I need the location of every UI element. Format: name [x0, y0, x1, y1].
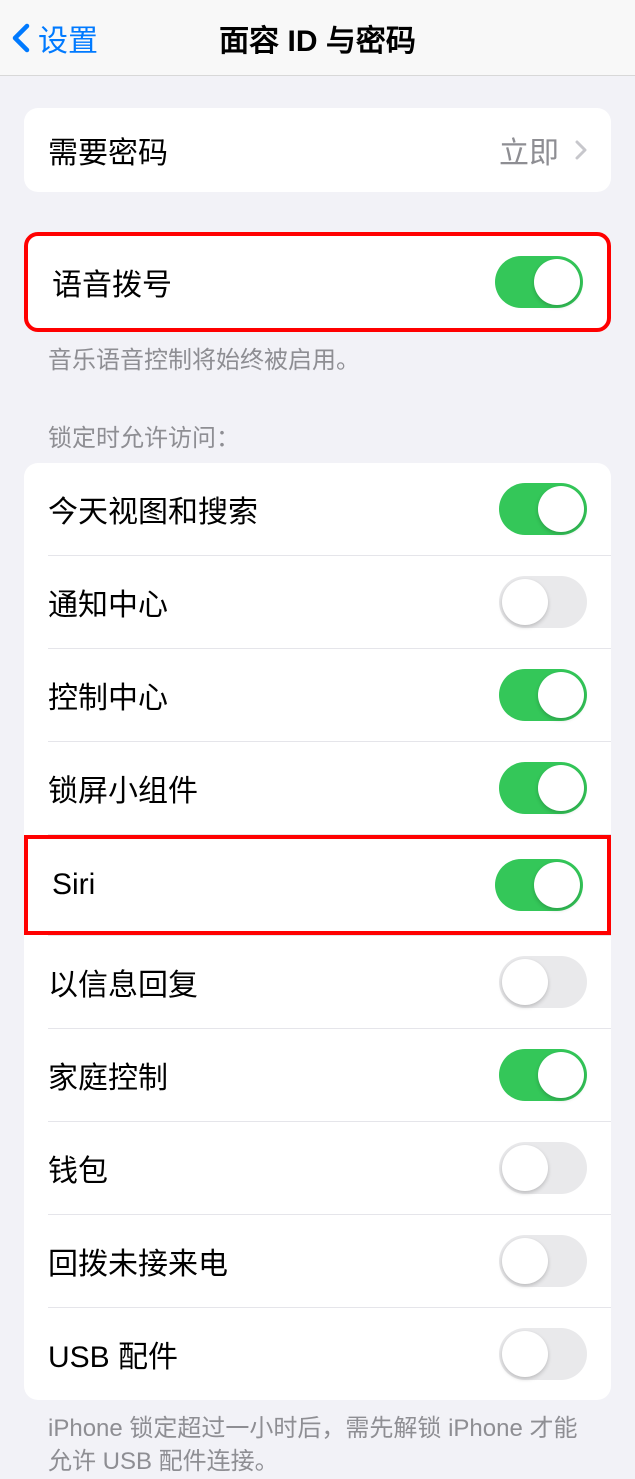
control-center-label: 控制中心: [48, 673, 168, 717]
usb-accessories-toggle[interactable]: [499, 1328, 587, 1380]
today-view-label: 今天视图和搜索: [48, 487, 258, 531]
require-passcode-value-text: 立即: [499, 128, 559, 172]
siri-row: Siri: [24, 835, 611, 935]
lock-widgets-toggle[interactable]: [499, 762, 587, 814]
control-center-row: 控制中心: [24, 649, 611, 741]
usb-footer: iPhone 锁定超过一小时后，需先解锁 iPhone 才能允许 USB 配件连…: [24, 1400, 611, 1479]
home-control-row: 家庭控制: [24, 1029, 611, 1121]
back-label: 设置: [38, 16, 98, 60]
home-control-label: 家庭控制: [48, 1053, 168, 1097]
lock-access-header: 锁定时允许访问：: [24, 378, 611, 463]
lock-access-group: 今天视图和搜索 通知中心 控制中心 锁屏小组件 Siri 以信息回复: [24, 463, 611, 1400]
usb-accessories-row: USB 配件: [24, 1308, 611, 1400]
voice-dial-group: 语音拨号: [24, 232, 611, 332]
control-center-toggle[interactable]: [499, 669, 587, 721]
reply-message-label: 以信息回复: [48, 960, 198, 1004]
notification-center-toggle[interactable]: [499, 576, 587, 628]
chevron-left-icon: [12, 23, 30, 53]
return-calls-label: 回拨未接来电: [48, 1239, 228, 1283]
wallet-row: 钱包: [24, 1122, 611, 1214]
chevron-right-icon: [575, 140, 587, 160]
notification-center-row: 通知中心: [24, 556, 611, 648]
voice-dial-toggle[interactable]: [495, 256, 583, 308]
usb-accessories-label: USB 配件: [48, 1332, 178, 1376]
require-passcode-value: 立即: [499, 128, 587, 172]
reply-message-row: 以信息回复: [24, 936, 611, 1028]
home-control-toggle[interactable]: [499, 1049, 587, 1101]
require-passcode-label: 需要密码: [48, 128, 168, 172]
nav-header: 设置 面容 ID 与密码: [0, 0, 635, 76]
return-calls-toggle[interactable]: [499, 1235, 587, 1287]
back-button[interactable]: 设置: [0, 16, 98, 60]
today-view-toggle[interactable]: [499, 483, 587, 535]
lock-widgets-label: 锁屏小组件: [48, 766, 198, 810]
siri-label: Siri: [52, 868, 95, 902]
return-calls-row: 回拨未接来电: [24, 1215, 611, 1307]
require-passcode-row[interactable]: 需要密码 立即: [24, 108, 611, 192]
voice-dial-row: 语音拨号: [28, 236, 607, 328]
wallet-label: 钱包: [48, 1146, 108, 1190]
require-passcode-group: 需要密码 立即: [24, 108, 611, 192]
page-title: 面容 ID 与密码: [219, 16, 416, 60]
voice-dial-label: 语音拨号: [52, 260, 172, 304]
today-view-row: 今天视图和搜索: [24, 463, 611, 555]
siri-toggle[interactable]: [495, 859, 583, 911]
voice-dial-footer: 音乐语音控制将始终被启用。: [24, 332, 611, 378]
notification-center-label: 通知中心: [48, 580, 168, 624]
reply-message-toggle[interactable]: [499, 956, 587, 1008]
wallet-toggle[interactable]: [499, 1142, 587, 1194]
lock-widgets-row: 锁屏小组件: [24, 742, 611, 834]
